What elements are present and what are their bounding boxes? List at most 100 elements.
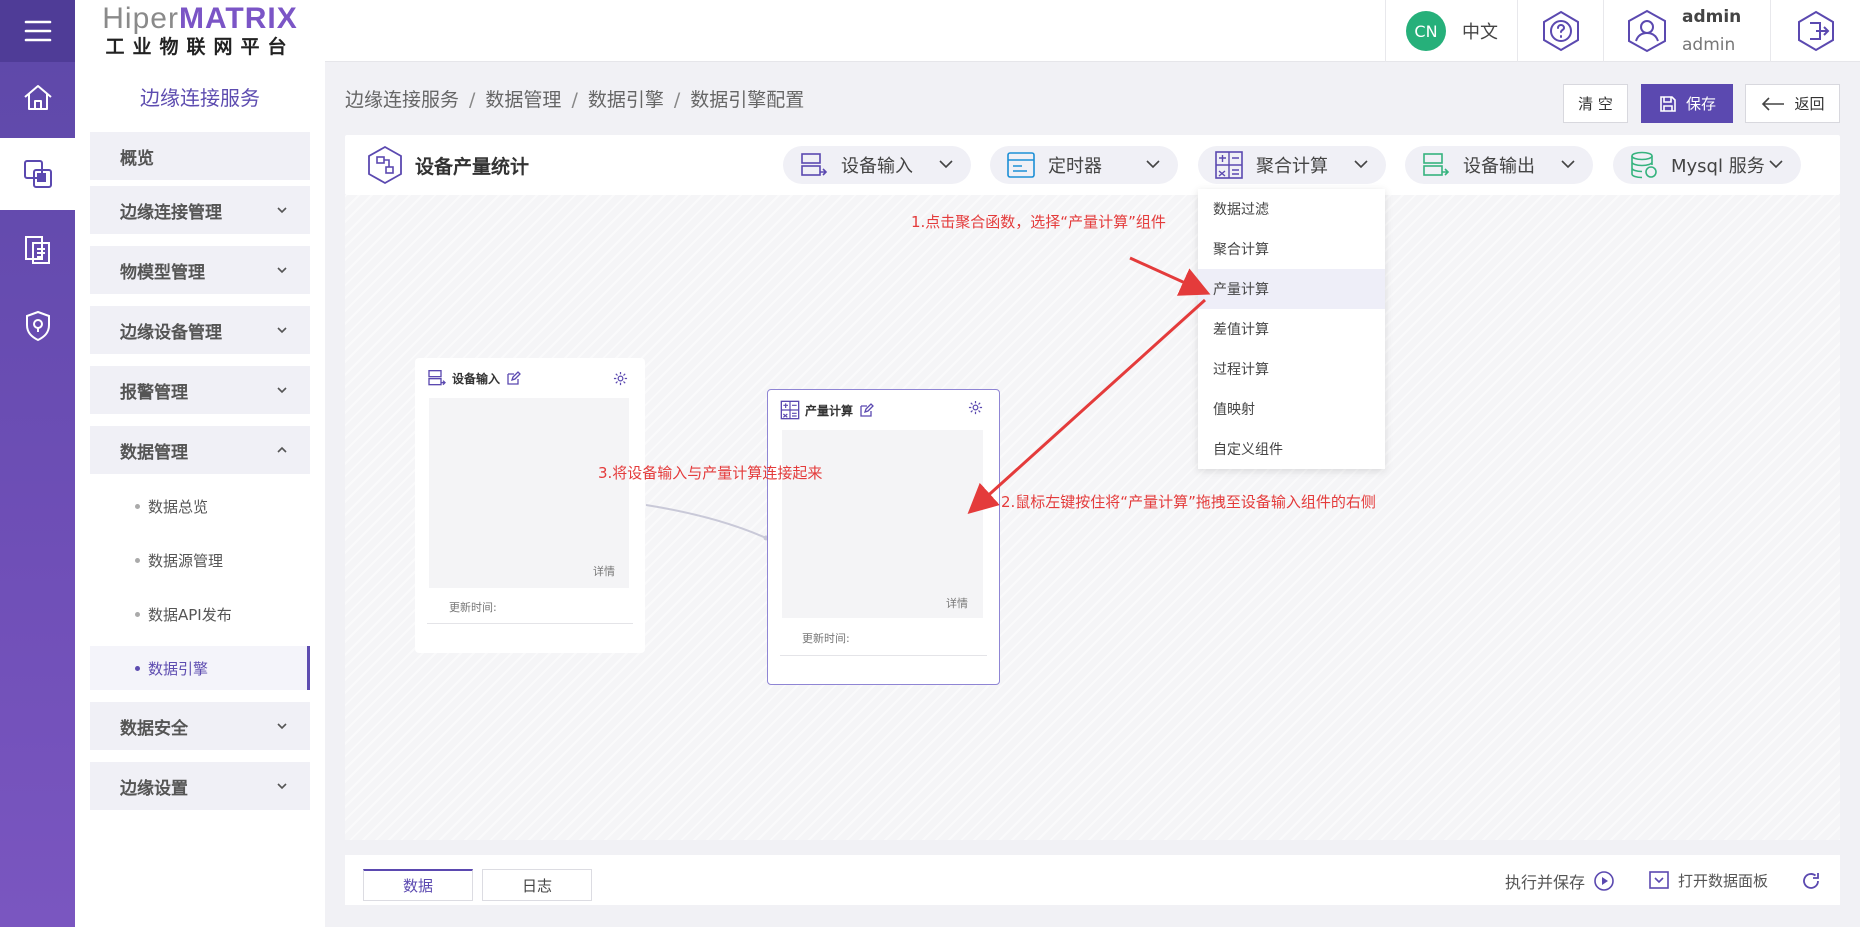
open-data-panel-button[interactable]: 打开数据面板 bbox=[1648, 869, 1768, 891]
play-circle-icon bbox=[1594, 871, 1614, 891]
refresh-icon[interactable] bbox=[1799, 869, 1823, 893]
node-yield-calc[interactable]: 产量计算 详情 更新时间: bbox=[767, 389, 1000, 685]
sidebar-item-edge-connect-mgmt[interactable]: 边缘连接管理 bbox=[90, 186, 310, 234]
breadcrumb-separator: / bbox=[673, 89, 681, 111]
chevron-down-icon bbox=[1769, 160, 1783, 169]
pill-label: 设备输出 bbox=[1463, 156, 1535, 177]
annotation-step-1: 1.点击聚合函数，选择“产量计算”组件 bbox=[911, 213, 1166, 231]
sidebar-item-label: 边缘设置 bbox=[120, 778, 188, 799]
menu-item-custom-component[interactable]: 自定义组件 bbox=[1198, 429, 1385, 469]
breadcrumb-item[interactable]: 数据引擎 bbox=[588, 89, 664, 111]
menu-toggle-button[interactable] bbox=[0, 0, 75, 62]
annotation-step-2: 2.鼠标左键按住将“产量计算”拖拽至设备输入组件的右侧 bbox=[1001, 493, 1376, 511]
tab-log[interactable]: 日志 bbox=[482, 869, 592, 901]
sidebar-item-edge-settings[interactable]: 边缘设置 bbox=[90, 762, 310, 810]
arrow-left-icon bbox=[1762, 96, 1785, 111]
sidebar-item-label: 物模型管理 bbox=[120, 262, 205, 283]
breadcrumb-item[interactable]: 边缘连接服务 bbox=[345, 89, 459, 111]
document-list-icon bbox=[24, 236, 50, 264]
menu-item-value-mapping[interactable]: 值映射 bbox=[1198, 389, 1385, 429]
edit-icon[interactable] bbox=[859, 402, 874, 418]
node-detail-link[interactable]: 详情 bbox=[946, 595, 968, 611]
bottom-panel: 数据 日志 执行并保存 打开数据面板 bbox=[345, 855, 1840, 905]
user-menu[interactable]: admin admin bbox=[1603, 0, 1770, 62]
sidebar-item-overview[interactable]: 概览 bbox=[90, 132, 310, 180]
sidebar-item-label: 数据安全 bbox=[120, 718, 188, 739]
sidebar-sub-data-overview[interactable]: 数据总览 bbox=[90, 484, 310, 528]
sidebar-item-label: 数据管理 bbox=[120, 442, 188, 463]
sidebar-item-label: 边缘连接管理 bbox=[120, 202, 222, 223]
edge-connect-icon bbox=[23, 160, 52, 188]
save-icon bbox=[1660, 95, 1676, 112]
logout-button[interactable] bbox=[1770, 0, 1860, 62]
rail-edge-connect[interactable] bbox=[0, 138, 75, 210]
node-detail-link[interactable]: 详情 bbox=[593, 563, 615, 579]
sidebar-sub-data-engine[interactable]: 数据引擎 bbox=[90, 646, 310, 690]
database-icon bbox=[1631, 151, 1657, 179]
user-name: admin bbox=[1682, 7, 1742, 27]
rail-security[interactable] bbox=[0, 290, 75, 362]
clear-button[interactable]: 清 空 bbox=[1563, 84, 1628, 123]
back-button[interactable]: 返回 bbox=[1745, 84, 1840, 123]
chevron-down-icon bbox=[939, 160, 953, 169]
node-divider bbox=[780, 655, 987, 656]
edit-icon[interactable] bbox=[506, 370, 521, 386]
sidebar-sub-label: 数据引擎 bbox=[148, 659, 209, 678]
rail-documents[interactable] bbox=[0, 214, 75, 286]
breadcrumb-item[interactable]: 数据管理 bbox=[485, 89, 561, 111]
breadcrumb: 边缘连接服务 / 数据管理 / 数据引擎 / 数据引擎配置 bbox=[345, 85, 804, 112]
panel-expand-icon bbox=[1649, 871, 1669, 889]
menu-item-data-filter[interactable]: 数据过滤 bbox=[1198, 189, 1385, 229]
device-input-icon bbox=[801, 153, 828, 176]
node-device-input[interactable]: 设备输入 详情 更新时间: bbox=[415, 358, 645, 653]
chevron-down-icon bbox=[277, 387, 287, 394]
sidebar-item-alarm-mgmt[interactable]: 报警管理 bbox=[90, 366, 310, 414]
node-preview bbox=[429, 398, 629, 588]
pill-label: 聚合计算 bbox=[1256, 156, 1328, 177]
breadcrumb-current: 数据引擎配置 bbox=[690, 89, 805, 111]
brand-logo: HiperMATRIX 工业物联网平台 bbox=[75, 0, 325, 62]
device-input-dropdown[interactable]: 设备输入 bbox=[783, 146, 971, 184]
rail-home[interactable] bbox=[0, 62, 75, 134]
aggregate-calc-dropdown[interactable]: 聚合计算 bbox=[1198, 146, 1386, 184]
chevron-down-icon bbox=[277, 783, 287, 790]
chevron-down-icon bbox=[1561, 160, 1575, 169]
sidebar-item-thing-model-mgmt[interactable]: 物模型管理 bbox=[90, 246, 310, 294]
device-input-icon bbox=[428, 370, 446, 386]
brand-name-a: Hiper bbox=[102, 2, 179, 35]
save-button[interactable]: 保存 bbox=[1641, 84, 1733, 123]
mysql-service-dropdown[interactable]: Mysql 服务 bbox=[1613, 146, 1801, 184]
chevron-down-icon bbox=[277, 723, 287, 730]
menu-item-difference-calc[interactable]: 差值计算 bbox=[1198, 309, 1385, 349]
execute-save-button[interactable]: 执行并保存 bbox=[1505, 869, 1615, 893]
user-avatar-icon bbox=[1628, 9, 1666, 53]
aggregate-calc-menu: 数据过滤 聚合计算 产量计算 差值计算 过程计算 值映射 自定义组件 bbox=[1198, 189, 1385, 469]
language-switcher[interactable]: CN 中文 bbox=[1385, 0, 1517, 62]
device-output-dropdown[interactable]: 设备输出 bbox=[1405, 146, 1593, 184]
pill-label: 定时器 bbox=[1048, 156, 1102, 177]
sidebar-sub-data-api-publish[interactable]: 数据API发布 bbox=[90, 592, 310, 636]
sidebar-item-data-security[interactable]: 数据安全 bbox=[90, 702, 310, 750]
icon-rail bbox=[0, 0, 75, 927]
help-button[interactable] bbox=[1517, 0, 1603, 62]
chevron-down-icon bbox=[277, 207, 287, 214]
chevron-down-icon bbox=[277, 327, 287, 334]
menu-item-process-calc[interactable]: 过程计算 bbox=[1198, 349, 1385, 389]
clear-button-label: 清 空 bbox=[1578, 95, 1613, 113]
brand-subtitle: 工业物联网平台 bbox=[105, 36, 295, 58]
settings-gear-icon[interactable] bbox=[613, 371, 628, 386]
sidebar-item-label: 边缘设备管理 bbox=[120, 322, 222, 343]
timer-dropdown[interactable]: 定时器 bbox=[990, 146, 1178, 184]
sidebar-item-edge-device-mgmt[interactable]: 边缘设备管理 bbox=[90, 306, 310, 354]
home-icon bbox=[23, 85, 52, 110]
menu-item-aggregate-calc[interactable]: 聚合计算 bbox=[1198, 229, 1385, 269]
settings-gear-icon[interactable] bbox=[968, 400, 983, 415]
pill-label: 设备输入 bbox=[841, 156, 913, 177]
sidebar-item-label: 概览 bbox=[120, 148, 154, 169]
timer-icon bbox=[1007, 152, 1035, 178]
tab-data[interactable]: 数据 bbox=[363, 869, 473, 901]
save-button-label: 保存 bbox=[1685, 95, 1716, 113]
sidebar-sub-datasource-mgmt[interactable]: 数据源管理 bbox=[90, 538, 310, 582]
menu-item-yield-calc[interactable]: 产量计算 bbox=[1198, 269, 1385, 309]
sidebar-item-data-mgmt[interactable]: 数据管理 bbox=[90, 426, 310, 474]
